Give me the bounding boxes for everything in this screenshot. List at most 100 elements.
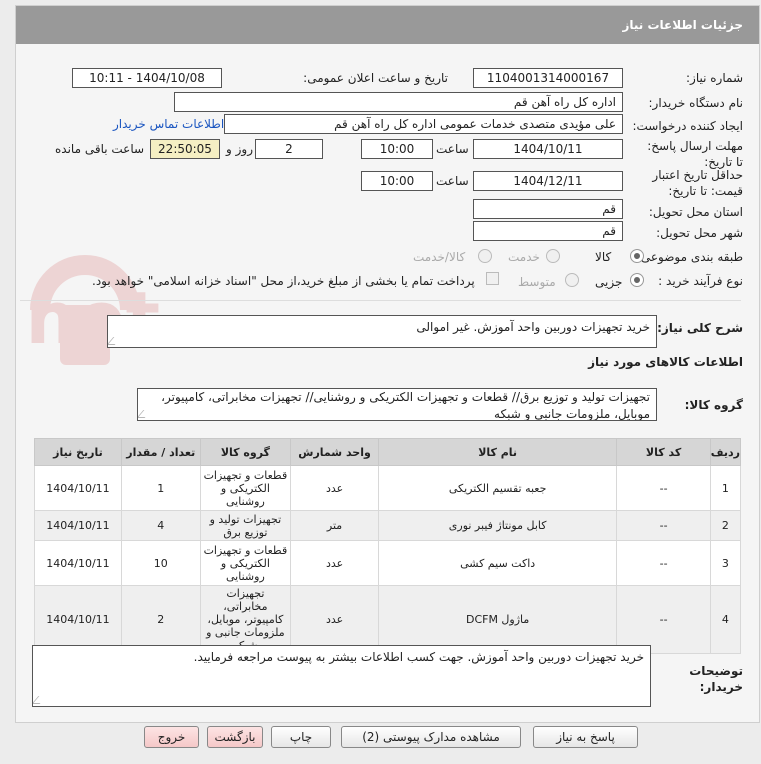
goods-group-textarea[interactable]: تجهیزات تولید و توزیع برق// قطعات و تجهی… <box>137 388 657 421</box>
need-number-field: 1104001314000167 <box>473 68 623 88</box>
process-option-minor: جزیی <box>595 275 623 289</box>
cell-name: داکت سیم کشی <box>377 540 618 586</box>
view-attachments-button[interactable]: مشاهده مدارک پیوستی (2) <box>341 726 521 748</box>
back-button[interactable]: بازگشت <box>207 726 263 748</box>
city-label: شهر محل تحویل: <box>656 226 743 240</box>
resize-grip-icon[interactable] <box>33 696 47 704</box>
summary-textarea[interactable]: خرید تجهیزات دوربین واحد آموزش. غیر اموا… <box>107 315 657 348</box>
cell-group: قطعات و تجهیزات الکتریکی و روشنایی <box>199 540 292 586</box>
cell-row: 4 <box>709 585 742 654</box>
buyer-notes-text: خرید تجهیزات دوربین واحد آموزش. جهت کسب … <box>193 650 644 664</box>
cell-code: -- <box>616 465 711 511</box>
buyer-org-field: اداره کل راه آهن قم <box>174 92 623 112</box>
cell-group: تجهیزات تولید و توزیع برق <box>199 510 292 541</box>
col-code: کد کالا <box>616 438 711 466</box>
summary-text: خرید تجهیزات دوربین واحد آموزش. غیر اموا… <box>416 320 650 334</box>
cell-qty: 4 <box>120 510 201 541</box>
resize-grip-icon[interactable] <box>138 410 152 418</box>
reply-deadline-time: 10:00 <box>361 139 433 159</box>
col-group: گروه کالا <box>199 438 292 466</box>
cell-date: 1404/10/11 <box>34 585 122 654</box>
cell-qty: 1 <box>120 465 201 511</box>
table-row: 4 -- ماژول DCFM عدد تجهیزات مخابراتی، کا… <box>34 585 742 654</box>
col-unit: واحد شمارش <box>290 438 379 466</box>
category-option-goods: کالا <box>595 250 612 264</box>
cell-group: قطعات و تجهیزات الکتریکی و روشنایی <box>199 465 292 511</box>
need-number-label: شماره نیاز: <box>686 71 743 85</box>
cell-name: ماژول DCFM <box>377 585 618 654</box>
col-date: تاریخ نیاز <box>34 438 122 466</box>
category-radio-service[interactable] <box>546 249 560 263</box>
panel-header: جزئیات اطلاعات نیاز <box>16 6 759 44</box>
cell-name: جعبه تقسیم الکتریکی <box>377 465 618 511</box>
divider <box>20 300 741 301</box>
cell-qty: 2 <box>120 585 201 654</box>
reply-deadline-label: مهلت ارسال پاسخ: تا تاریخ: <box>647 139 743 169</box>
cell-date: 1404/10/11 <box>34 510 122 541</box>
treasury-payment-checkbox[interactable] <box>486 272 499 285</box>
cell-code: -- <box>616 585 711 654</box>
cell-qty: 10 <box>120 540 201 586</box>
province-label: استان محل تحویل: <box>648 205 743 219</box>
announce-datetime-label: تاریخ و ساعت اعلان عمومی: <box>303 71 448 85</box>
cell-unit: عدد <box>290 540 379 586</box>
category-option-service: خدمت <box>508 250 540 264</box>
province-field: قم <box>473 199 623 219</box>
cell-unit: عدد <box>290 465 379 511</box>
resize-grip-icon[interactable] <box>108 337 122 345</box>
cell-code: -- <box>616 510 711 541</box>
category-radio-goods-service[interactable] <box>478 249 492 263</box>
col-name: نام کالا <box>377 438 618 466</box>
purchase-process-label: نوع فرآیند خرید : <box>658 274 743 288</box>
cell-row: 3 <box>709 540 742 586</box>
print-button[interactable]: چاپ <box>271 726 331 748</box>
summary-label: شرح کلی نیاز: <box>657 321 743 335</box>
cell-code: -- <box>616 540 711 586</box>
process-radio-minor[interactable] <box>630 273 644 287</box>
buyer-notes-label: توضیحات خریدار: <box>689 664 743 694</box>
goods-group-text: تجهیزات تولید و توزیع برق// قطعات و تجهی… <box>161 390 650 421</box>
city-field: قم <box>473 221 623 241</box>
cell-date: 1404/10/11 <box>34 465 122 511</box>
treasury-payment-label: پرداخت تمام یا بخشی از مبلغ خرید،از محل … <box>92 274 475 288</box>
buyer-notes-textarea[interactable]: خرید تجهیزات دوربین واحد آموزش. جهت کسب … <box>32 645 651 707</box>
price-validity-time-label: ساعت <box>436 174 469 188</box>
buyer-org-label: نام دستگاه خریدار: <box>648 96 744 110</box>
buyer-contact-link[interactable]: اطلاعات تماس خریدار <box>113 117 224 131</box>
cell-unit: متر <box>290 510 379 541</box>
table-header-row: ردیف کد کالا نام کالا واحد شمارش گروه کا… <box>34 438 742 466</box>
cell-date: 1404/10/11 <box>34 540 122 586</box>
col-qty: تعداد / مقدار <box>120 438 201 466</box>
table-row: 3 -- داکت سیم کشی عدد قطعات و تجهیزات ال… <box>34 540 742 586</box>
reply-deadline-date: 1404/10/11 <box>473 139 623 159</box>
cell-row: 2 <box>709 510 742 541</box>
category-radio-goods[interactable] <box>630 249 644 263</box>
days-label: روز و <box>226 142 253 156</box>
items-table: ردیف کد کالا نام کالا واحد شمارش گروه کا… <box>34 438 742 654</box>
goods-section-title: اطلاعات کالاهای مورد نیاز <box>588 355 743 369</box>
cell-row: 1 <box>709 465 742 511</box>
announce-datetime-field: 1404/10/08 - 10:11 <box>72 68 222 88</box>
cell-group: تجهیزات مخابراتی، کامپیوتر، موبایل، ملزو… <box>199 585 292 654</box>
time-remaining-label: ساعت باقی مانده <box>55 142 145 156</box>
reply-deadline-time-label: ساعت <box>436 142 469 156</box>
reply-button[interactable]: پاسخ به نیاز <box>533 726 638 748</box>
price-validity-time: 10:00 <box>361 171 433 191</box>
col-row: ردیف <box>709 438 742 466</box>
table-row: 2 -- کابل مونتاژ فیبر نوری متر تجهیزات ت… <box>34 510 742 541</box>
category-label: طبقه بندی موضوعی: <box>636 250 743 264</box>
requester-field: علی مؤیدی متصدی خدمات عمومی اداره کل راه… <box>224 114 623 134</box>
cell-name: کابل مونتاژ فیبر نوری <box>377 510 618 541</box>
exit-button[interactable]: خروج <box>144 726 199 748</box>
category-option-goods-service: کالا/خدمت <box>413 250 466 264</box>
time-remaining-field: 22:50:05 <box>150 139 220 159</box>
table-row: 1 -- جعبه تقسیم الکتریکی عدد قطعات و تجه… <box>34 465 742 511</box>
goods-group-label: گروه کالا: <box>684 398 743 412</box>
days-remaining-field: 2 <box>255 139 323 159</box>
requester-label: ایجاد کننده درخواست: <box>632 119 743 133</box>
price-validity-date: 1404/12/11 <box>473 171 623 191</box>
price-validity-label: حداقل تاریخ اعتبار قیمت: تا تاریخ: <box>652 168 743 198</box>
cell-unit: عدد <box>290 585 379 654</box>
process-option-medium: متوسط <box>518 275 556 289</box>
process-radio-medium[interactable] <box>565 273 579 287</box>
